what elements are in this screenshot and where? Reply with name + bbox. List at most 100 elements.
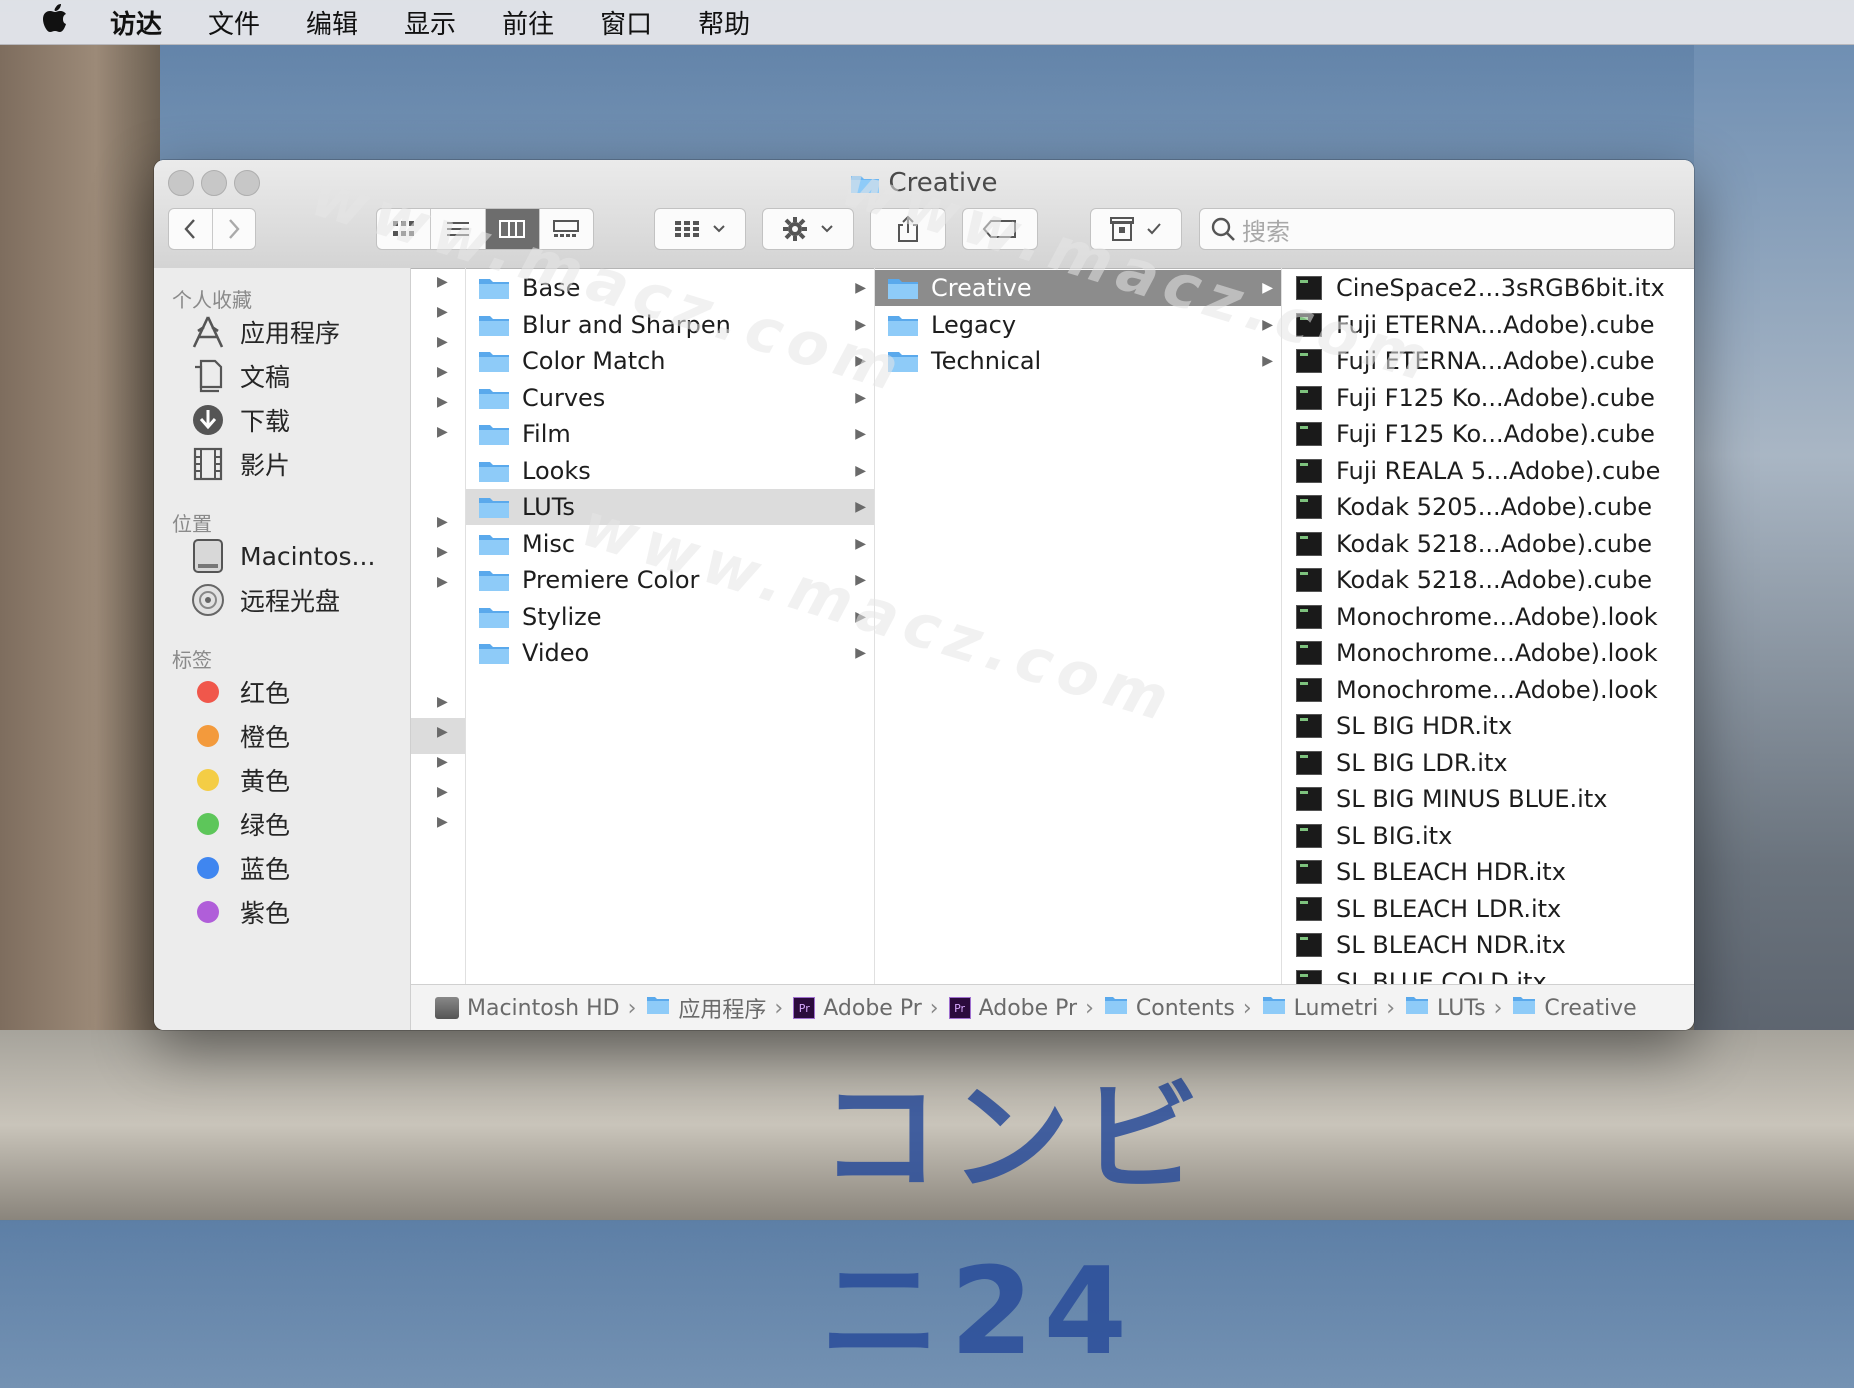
folder-row[interactable]: Video ▶ [466, 635, 874, 671]
search-field[interactable]: 搜索 [1199, 208, 1675, 250]
sidebar-item-applications[interactable]: 应用程序 [188, 312, 340, 352]
path-bar-item[interactable]: 应用程序 › [646, 992, 793, 1024]
disclosure-arrow-icon[interactable]: ▶ [437, 784, 448, 800]
sidebar-tag-yellow[interactable]: 黄色 [188, 760, 290, 800]
folder-row[interactable]: Looks ▶ [466, 453, 874, 489]
disclosure-arrow-icon: ▶ [855, 280, 866, 296]
folder-row[interactable]: Base ▶ [466, 270, 874, 306]
disclosure-arrow-icon[interactable]: ▶ [437, 574, 448, 590]
file-row[interactable]: Fuji F125 Ko...Adobe).cube [1282, 380, 1694, 416]
folder-row[interactable]: Creative ▶ [875, 270, 1281, 306]
file-row[interactable]: CineSpace2...3sRGB6bit.itx [1282, 270, 1694, 306]
folder-row[interactable]: Film ▶ [466, 416, 874, 452]
path-bar-item[interactable]: Contents › [1104, 995, 1262, 1021]
file-row[interactable]: Kodak 5218...Adobe).cube [1282, 562, 1694, 598]
menu-view[interactable]: 显示 [404, 4, 456, 41]
file-row[interactable]: SL BLEACH LDR.itx [1282, 891, 1694, 927]
disclosure-arrow-icon[interactable]: ▶ [437, 724, 448, 740]
sidebar-tag-green[interactable]: 绿色 [188, 804, 290, 844]
list-view-button[interactable] [431, 209, 486, 249]
file-row[interactable]: SL BIG HDR.itx [1282, 708, 1694, 744]
path-bar-item[interactable]: Pr Adobe Pr › [948, 996, 1104, 1021]
disclosure-arrow-icon[interactable]: ▶ [437, 394, 448, 410]
file-row[interactable]: Fuji REALA 5...Adobe).cube [1282, 453, 1694, 489]
share-button[interactable] [870, 208, 946, 250]
sidebar-item-downloads[interactable]: 下载 [188, 400, 290, 440]
disclosure-arrow-icon[interactable]: ▶ [437, 514, 448, 530]
premiere-icon: Pr [793, 997, 816, 1019]
sidebar-tag-red[interactable]: 红色 [188, 672, 290, 712]
folder-name: Stylize [522, 602, 602, 631]
chevron-right-icon [228, 219, 240, 239]
path-bar-item[interactable]: LUTs › [1405, 995, 1512, 1021]
action-menu-button[interactable] [762, 208, 854, 250]
disclosure-arrow-icon[interactable]: ▶ [437, 334, 448, 350]
sidebar-item-macintosh-hd[interactable]: Macintos... [188, 536, 375, 576]
folder-icon [851, 176, 880, 193]
disclosure-arrow-icon[interactable]: ▶ [437, 754, 448, 770]
remote-disc-icon [188, 582, 228, 618]
sidebar-tag-purple[interactable]: 紫色 [188, 892, 290, 932]
file-row[interactable]: Fuji F125 Ko...Adobe).cube [1282, 416, 1694, 452]
folder-row[interactable]: Blur and Sharpen ▶ [466, 307, 874, 343]
icon-view-button[interactable] [377, 209, 432, 249]
menu-go[interactable]: 前往 [502, 4, 554, 41]
folder-name: Creative [931, 274, 1032, 302]
sidebar-item-documents[interactable]: 文稿 [188, 356, 290, 396]
folder-row[interactable]: Technical ▶ [875, 343, 1281, 379]
extension-button[interactable] [1090, 208, 1182, 250]
apple-menu-icon[interactable] [0, 3, 110, 41]
file-row[interactable]: Monochrome...Adobe).look [1282, 672, 1694, 708]
folder-icon [1405, 995, 1437, 1021]
tags-button[interactable] [962, 208, 1038, 250]
file-row[interactable]: SL BIG.itx [1282, 818, 1694, 854]
menu-window[interactable]: 窗口 [600, 4, 652, 41]
path-bar-item[interactable]: Creative [1512, 995, 1637, 1021]
menu-finder[interactable]: 访达 [110, 4, 162, 41]
back-button[interactable] [169, 209, 213, 249]
folder-row[interactable]: LUTs ▶ [466, 489, 874, 525]
disclosure-arrow-icon[interactable]: ▶ [437, 424, 448, 440]
sidebar-tag-orange[interactable]: 橙色 [188, 716, 290, 756]
file-row[interactable]: Monochrome...Adobe).look [1282, 635, 1694, 671]
group-by-button[interactable] [654, 208, 746, 250]
file-row[interactable]: Kodak 5205...Adobe).cube [1282, 489, 1694, 525]
path-bar-item[interactable]: Lumetri › [1262, 995, 1405, 1021]
sidebar-item-remote-disc[interactable]: 远程光盘 [188, 580, 340, 620]
disclosure-arrow-icon[interactable]: ▶ [437, 694, 448, 710]
menu-help[interactable]: 帮助 [698, 4, 750, 41]
menu-file[interactable]: 文件 [208, 4, 260, 41]
folder-row[interactable]: Legacy ▶ [875, 307, 1281, 343]
file-row[interactable]: Monochrome...Adobe).look [1282, 599, 1694, 635]
disclosure-arrow-icon[interactable]: ▶ [437, 364, 448, 380]
file-row[interactable]: SL BIG MINUS BLUE.itx [1282, 781, 1694, 817]
folder-row[interactable]: Curves ▶ [466, 380, 874, 416]
window-title: Creative [154, 168, 1694, 198]
file-row[interactable]: Fuji ETERNA...Adobe).cube [1282, 343, 1694, 379]
disclosure-arrow-icon[interactable]: ▶ [437, 544, 448, 560]
column-view-button[interactable] [485, 209, 540, 249]
sidebar-item-movies[interactable]: 影片 [188, 444, 290, 484]
browser-column-lumetri: Base ▶ Blur and Sharpen ▶ Color Match ▶ Curves… [466, 268, 875, 984]
file-row[interactable]: SL BIG LDR.itx [1282, 745, 1694, 781]
disclosure-arrow-icon[interactable]: ▶ [437, 814, 448, 830]
file-row[interactable]: SL BLEACH NDR.itx [1282, 927, 1694, 963]
path-bar-item[interactable]: Pr Adobe Pr › [793, 996, 948, 1021]
forward-button[interactable] [213, 209, 256, 249]
path-bar-item[interactable]: Macintosh HD › [435, 996, 646, 1021]
folder-row[interactable]: Misc ▶ [466, 526, 874, 562]
folder-row[interactable]: Color Match ▶ [466, 343, 874, 379]
gallery-view-button[interactable] [540, 209, 593, 249]
sidebar-tag-blue[interactable]: 蓝色 [188, 848, 290, 888]
file-row[interactable]: Kodak 5218...Adobe).cube [1282, 526, 1694, 562]
folder-row[interactable]: Premiere Color ▶ [466, 562, 874, 598]
disclosure-arrow-icon[interactable]: ▶ [437, 304, 448, 320]
file-row[interactable]: Fuji ETERNA...Adobe).cube [1282, 307, 1694, 343]
menu-edit[interactable]: 编辑 [306, 4, 358, 41]
folder-icon [888, 279, 918, 299]
file-row[interactable]: SL BLUE COLD.itx [1282, 964, 1694, 984]
disclosure-arrow-icon[interactable]: ▶ [437, 274, 448, 290]
disclosure-arrow-icon: ▶ [855, 572, 866, 588]
file-row[interactable]: SL BLEACH HDR.itx [1282, 854, 1694, 890]
folder-row[interactable]: Stylize ▶ [466, 599, 874, 635]
